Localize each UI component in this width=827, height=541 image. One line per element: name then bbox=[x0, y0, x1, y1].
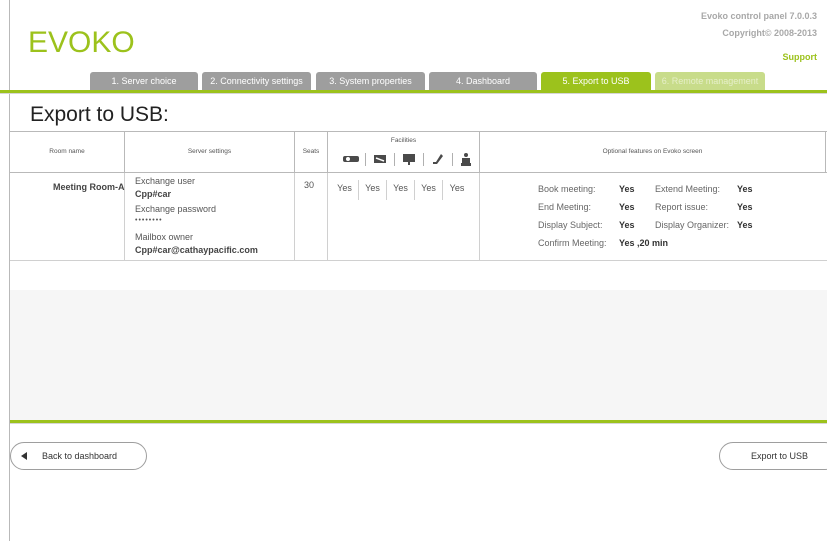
header-facilities-label: Facilities bbox=[390, 137, 417, 144]
facility-whiteboard-value: Yes bbox=[359, 180, 387, 200]
accessibility-icon bbox=[455, 151, 477, 167]
wizard-tabbar: 1. Server choice 2. Connectivity setting… bbox=[0, 72, 827, 90]
export-to-usb-button[interactable]: Export to USB bbox=[719, 442, 827, 470]
exchange-password-value: •••••••• bbox=[135, 217, 163, 224]
support-link[interactable]: Support bbox=[783, 52, 818, 62]
whiteboard-icon bbox=[369, 151, 391, 167]
book-meeting-label: Book meeting: bbox=[538, 184, 596, 194]
exchange-user-label: Exchange user bbox=[135, 176, 196, 186]
confirm-meeting-value: Yes ,20 min bbox=[619, 238, 669, 248]
footer-divider-shadow bbox=[10, 423, 827, 424]
header-optional-features: Optional features on Evoko screen bbox=[480, 132, 826, 172]
tab-export-to-usb[interactable]: 5. Export to USB bbox=[541, 72, 651, 90]
back-to-dashboard-label: Back to dashboard bbox=[42, 451, 118, 461]
display-organizer-value: Yes bbox=[737, 220, 753, 230]
mailbox-owner-value: Cpp#car@cathaypacific.com bbox=[135, 245, 258, 255]
facility-accessibility-value: Yes bbox=[449, 183, 465, 193]
projector-icon bbox=[340, 151, 362, 167]
header-facilities: Facilities bbox=[328, 132, 480, 172]
header-seats: Seats bbox=[295, 132, 328, 172]
facility-separator bbox=[394, 153, 395, 166]
end-meeting-value: Yes bbox=[619, 202, 635, 212]
display-subject-value: Yes bbox=[619, 220, 635, 230]
phone-icon bbox=[427, 151, 449, 167]
display-organizer-label: Display Organizer: bbox=[655, 220, 730, 230]
seats-cell: 30 bbox=[304, 180, 315, 190]
extend-meeting-label: Extend Meeting: bbox=[655, 184, 721, 194]
header-server-settings-label: Server settings bbox=[187, 148, 232, 155]
arrow-left-icon bbox=[21, 452, 27, 460]
mailbox-owner-label: Mailbox owner bbox=[135, 232, 194, 242]
version-text: Evoko control panel 7.0.0.3 bbox=[700, 11, 817, 21]
display-subject-label: Display Subject: bbox=[538, 220, 603, 230]
tab-remote-management: 6. Remote management bbox=[655, 72, 765, 90]
facility-display-value: Yes bbox=[387, 180, 415, 200]
tab-dashboard[interactable]: 4. Dashboard bbox=[429, 72, 537, 90]
back-to-dashboard-button[interactable]: Back to dashboard bbox=[10, 442, 147, 470]
page-title: Export to USB: bbox=[30, 103, 169, 126]
tab-underline-shadow bbox=[0, 93, 827, 94]
facility-separator bbox=[365, 153, 366, 166]
facility-phone-value: Yes bbox=[415, 180, 443, 200]
extend-meeting-value: Yes bbox=[737, 184, 753, 194]
room-name-cell: Meeting Room-A bbox=[53, 182, 125, 192]
tab-connectivity-settings[interactable]: 2. Connectivity settings bbox=[202, 72, 311, 90]
header-room-name-label: Room name bbox=[49, 148, 85, 155]
content-background bbox=[10, 290, 827, 420]
export-table: Room name Server settings Seats Faciliti… bbox=[10, 131, 827, 261]
exchange-user-value: Cpp#car bbox=[135, 189, 172, 199]
evoko-logo: EVOKO bbox=[28, 26, 135, 59]
confirm-meeting-label: Confirm Meeting: bbox=[538, 238, 607, 248]
copyright-text: Copyright© 2008-2013 bbox=[722, 28, 817, 38]
header-room-name: Room name bbox=[10, 132, 125, 172]
header-server-settings: Server settings bbox=[125, 132, 295, 172]
book-meeting-value: Yes bbox=[619, 184, 635, 194]
tab-system-properties[interactable]: 3. System properties bbox=[316, 72, 425, 90]
end-meeting-label: End Meeting: bbox=[538, 202, 592, 212]
report-issue-label: Report issue: bbox=[655, 202, 709, 212]
header-seats-label: Seats bbox=[302, 148, 320, 155]
header-optional-features-label: Optional features on Evoko screen bbox=[602, 148, 703, 155]
report-issue-value: Yes bbox=[737, 202, 753, 212]
facility-separator bbox=[423, 153, 424, 166]
tab-server-choice[interactable]: 1. Server choice bbox=[90, 72, 198, 90]
display-icon bbox=[398, 151, 420, 167]
exchange-password-label: Exchange password bbox=[135, 204, 217, 214]
facility-projector-value: Yes bbox=[331, 180, 359, 200]
export-to-usb-label: Export to USB bbox=[751, 451, 809, 461]
facility-separator bbox=[452, 153, 453, 166]
